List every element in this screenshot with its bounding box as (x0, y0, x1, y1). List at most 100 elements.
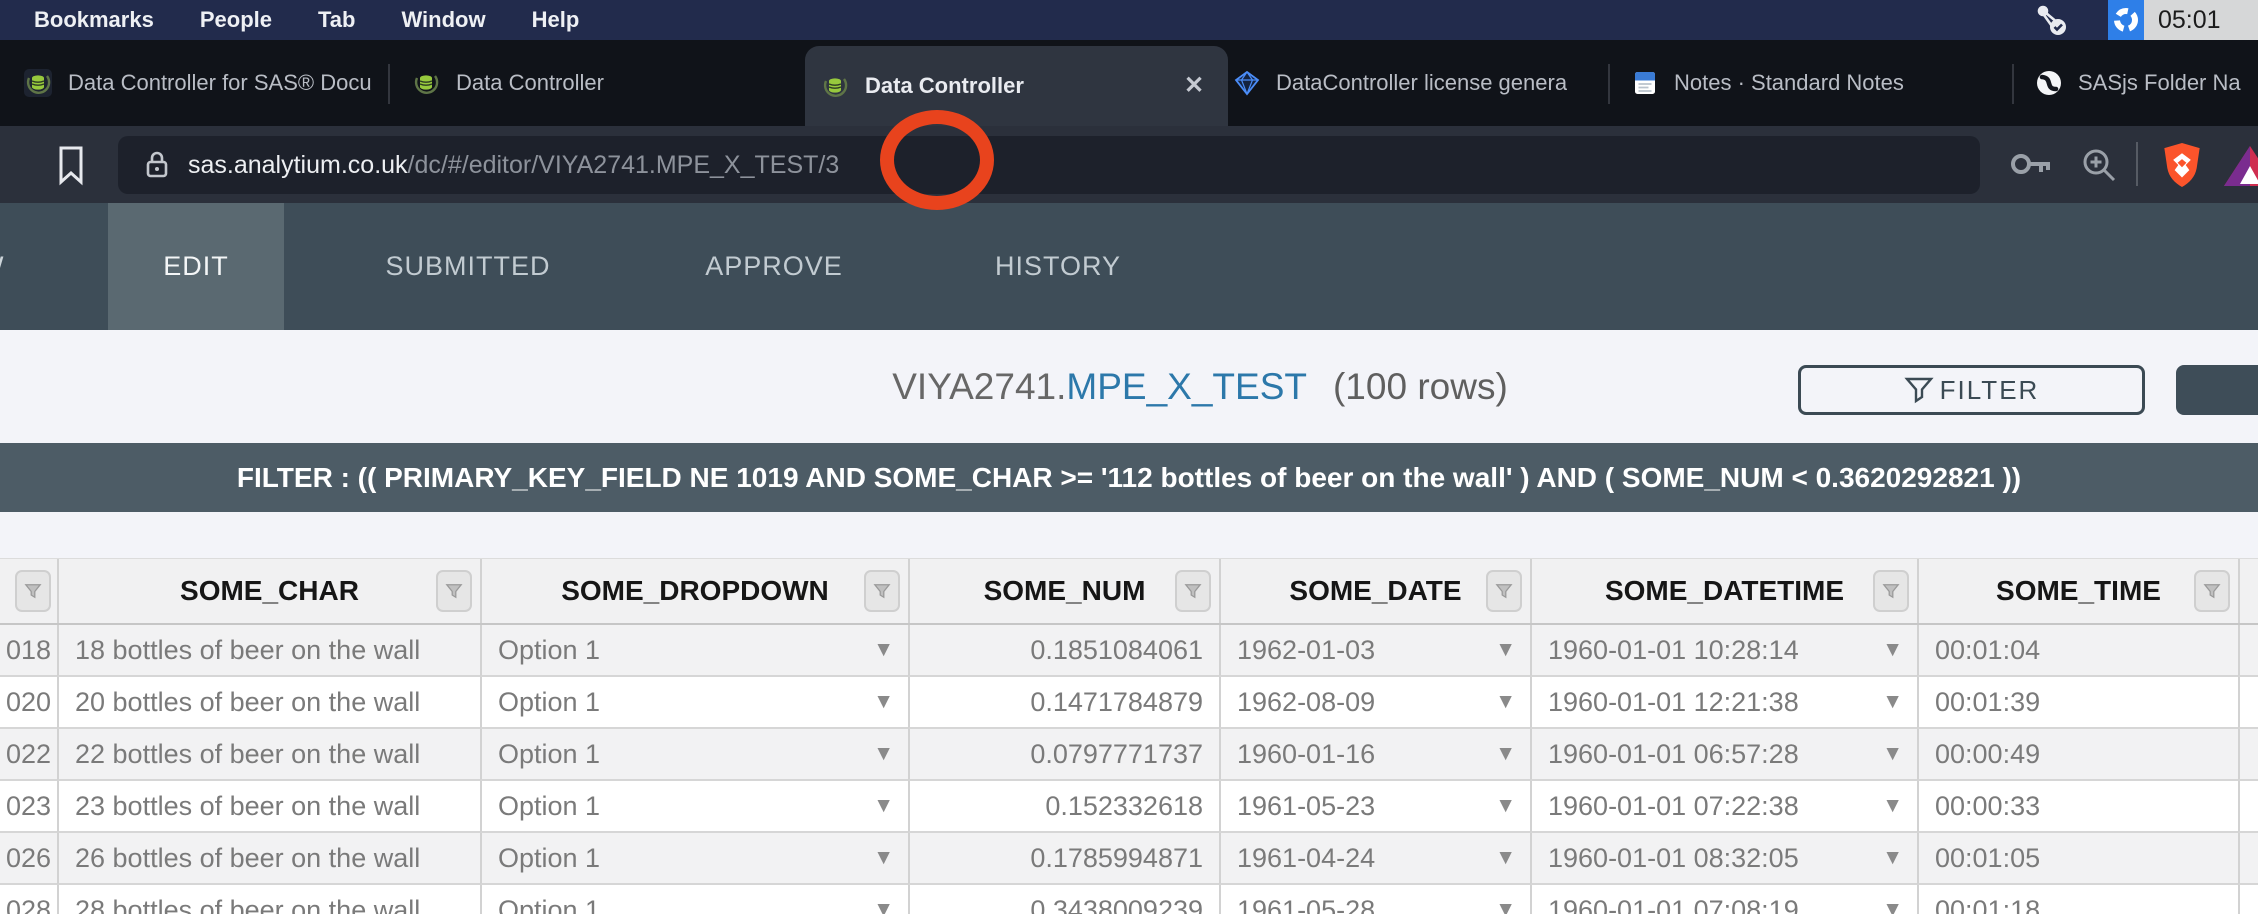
nav-tab-edit[interactable]: EDIT (108, 203, 284, 330)
column-label[interactable]: SOME_DATETIME (1605, 575, 1844, 607)
browser-tab-dc-2[interactable]: Data Controller (396, 40, 807, 126)
brave-shield-icon[interactable] (2158, 140, 2206, 195)
cell-some-date[interactable]: 1962-01-03▼ (1219, 625, 1530, 677)
browser-tab-dc-docs[interactable]: Data Controller for SAS® Docu (8, 40, 396, 126)
cell-some-char[interactable]: 26 bottles of beer on the wall (57, 833, 480, 885)
cell-some-num[interactable]: 0.1471784879 (908, 677, 1219, 729)
browser-tab-license[interactable]: DataController license genera (1218, 40, 1618, 126)
tab-close-icon[interactable]: ✕ (1178, 70, 1210, 102)
cell-some-char[interactable]: 23 bottles of beer on the wall (57, 781, 480, 833)
dropdown-arrow-icon[interactable]: ▼ (873, 898, 894, 914)
filter-button[interactable]: FILTER (1798, 365, 2145, 415)
browser-tab-notes[interactable]: Notes · Standard Notes (1616, 40, 2022, 126)
cell-some-time[interactable]: 00:01:05 (1917, 833, 2238, 885)
cell-some-date[interactable]: 1961-04-24▼ (1219, 833, 1530, 885)
cell-some-dropdown[interactable]: Option 1▼ (480, 677, 908, 729)
column-filter-button[interactable] (436, 570, 472, 612)
dropdown-arrow-icon[interactable]: ▼ (873, 794, 894, 818)
dropdown-arrow-icon[interactable]: ▼ (1882, 690, 1903, 714)
column-label[interactable]: SOME_DATE (1289, 575, 1461, 607)
dropdown-arrow-icon[interactable]: ▼ (1495, 742, 1516, 766)
column-label[interactable]: SOME_NUM (984, 575, 1146, 607)
dropdown-arrow-icon[interactable]: ▼ (873, 690, 894, 714)
browser-tab-sasjs[interactable]: SASjs Folder Na (2020, 40, 2258, 126)
column-filter-button[interactable] (1873, 570, 1909, 612)
dropdown-arrow-icon[interactable]: ▼ (1495, 898, 1516, 914)
dropdown-arrow-icon[interactable]: ▼ (873, 846, 894, 870)
cell-some-num[interactable]: 0.1785994871 (908, 833, 1219, 885)
cell-id[interactable]: 028 (0, 885, 57, 914)
dropdown-arrow-icon[interactable]: ▼ (873, 742, 894, 766)
dropdown-arrow-icon[interactable]: ▼ (1882, 846, 1903, 870)
cell-some-num[interactable]: 0.152332618 (908, 781, 1219, 833)
menu-help[interactable]: Help (532, 7, 580, 33)
browser-tab-dc-active[interactable]: Data Controller ✕ (805, 46, 1228, 126)
cell-some-num[interactable]: 0.0797771737 (908, 729, 1219, 781)
menu-window[interactable]: Window (401, 7, 485, 33)
dropdown-arrow-icon[interactable]: ▼ (1495, 846, 1516, 870)
cell-some-datetime[interactable]: 1960-01-01 12:21:38▼ (1530, 677, 1917, 729)
column-filter-button[interactable] (15, 570, 51, 612)
nav-tab-history[interactable]: HISTORY (966, 203, 1150, 330)
cell-some-char[interactable]: 28 bottles of beer on the wall (57, 885, 480, 914)
cell-some-date[interactable]: 1961-05-23▼ (1219, 781, 1530, 833)
password-key-icon[interactable] (2008, 144, 2056, 189)
cell-some-datetime[interactable]: 1960-01-01 08:32:05▼ (1530, 833, 1917, 885)
column-filter-button[interactable] (1175, 570, 1211, 612)
cell-some-date[interactable]: 1960-01-16▼ (1219, 729, 1530, 781)
share-check-icon[interactable] (2034, 3, 2068, 37)
dropdown-arrow-icon[interactable]: ▼ (1882, 898, 1903, 914)
cell-some-char[interactable]: 18 bottles of beer on the wall (57, 625, 480, 677)
column-label[interactable]: SOME_TIME (1996, 575, 2161, 607)
cell-some-time[interactable]: 00:01:04 (1917, 625, 2238, 677)
cell-some-time[interactable]: 00:01:18 (1917, 885, 2238, 914)
column-filter-button[interactable] (1486, 570, 1522, 612)
bat-triangle-icon[interactable] (2222, 142, 2258, 195)
cell-some-time[interactable]: 00:00:33 (1917, 781, 2238, 833)
column-label[interactable]: SOME_CHAR (180, 575, 359, 607)
cell-some-datetime[interactable]: 1960-01-01 10:28:14▼ (1530, 625, 1917, 677)
zoom-in-icon[interactable] (2078, 144, 2120, 191)
cell-some-datetime[interactable]: 1960-01-01 07:08:19▼ (1530, 885, 1917, 914)
menu-bookmarks[interactable]: Bookmarks (34, 7, 154, 33)
cell-some-datetime[interactable]: 1960-01-01 06:57:28▼ (1530, 729, 1917, 781)
cell-some-dropdown[interactable]: Option 1▼ (480, 781, 908, 833)
cell-some-dropdown[interactable]: Option 1▼ (480, 885, 908, 914)
cell-id[interactable]: 022 (0, 729, 57, 781)
cell-some-char[interactable]: 20 bottles of beer on the wall (57, 677, 480, 729)
cell-id[interactable]: 026 (0, 833, 57, 885)
cell-some-dropdown[interactable]: Option 1▼ (480, 833, 908, 885)
action-button-clipped[interactable] (2176, 365, 2258, 415)
menu-people[interactable]: People (200, 7, 272, 33)
cell-some-num[interactable]: 0.1851084061 (908, 625, 1219, 677)
url-bar[interactable]: sas.analytium.co.uk/dc/#/editor/VIYA2741… (118, 136, 1980, 194)
menu-tab[interactable]: Tab (318, 7, 355, 33)
title-table-name[interactable]: MPE_X_TEST (1066, 366, 1307, 408)
cell-some-time[interactable]: 00:00:49 (1917, 729, 2238, 781)
dropdown-arrow-icon[interactable]: ▼ (1495, 638, 1516, 662)
column-filter-button[interactable] (2194, 570, 2230, 612)
cell-some-time[interactable]: 00:01:39 (1917, 677, 2238, 729)
cell-id[interactable]: 020 (0, 677, 57, 729)
nav-tab-submitted[interactable]: SUBMITTED (352, 203, 584, 330)
cell-some-dropdown[interactable]: Option 1▼ (480, 729, 908, 781)
dropdown-arrow-icon[interactable]: ▼ (1882, 638, 1903, 662)
cell-some-dropdown[interactable]: Option 1▼ (480, 625, 908, 677)
cell-some-datetime[interactable]: 1960-01-01 07:22:38▼ (1530, 781, 1917, 833)
cell-some-date[interactable]: 1961-05-28▼ (1219, 885, 1530, 914)
column-label[interactable]: SOME_DROPDOWN (561, 575, 829, 607)
nav-tab-approve[interactable]: APPROVE (672, 203, 876, 330)
cell-some-num[interactable]: 0.3438009239 (908, 885, 1219, 914)
bookmark-icon[interactable] (54, 144, 88, 191)
lock-icon[interactable] (144, 149, 170, 181)
nav-clipped-tab[interactable]: W (0, 203, 4, 330)
dropdown-arrow-icon[interactable]: ▼ (1495, 794, 1516, 818)
column-filter-button[interactable] (864, 570, 900, 612)
dropdown-arrow-icon[interactable]: ▼ (1882, 794, 1903, 818)
cell-some-char[interactable]: 22 bottles of beer on the wall (57, 729, 480, 781)
screen-record-widget[interactable]: 05:01 (2108, 0, 2258, 40)
dropdown-arrow-icon[interactable]: ▼ (1882, 742, 1903, 766)
cell-id[interactable]: 023 (0, 781, 57, 833)
cell-id[interactable]: 018 (0, 625, 57, 677)
cell-some-date[interactable]: 1962-08-09▼ (1219, 677, 1530, 729)
